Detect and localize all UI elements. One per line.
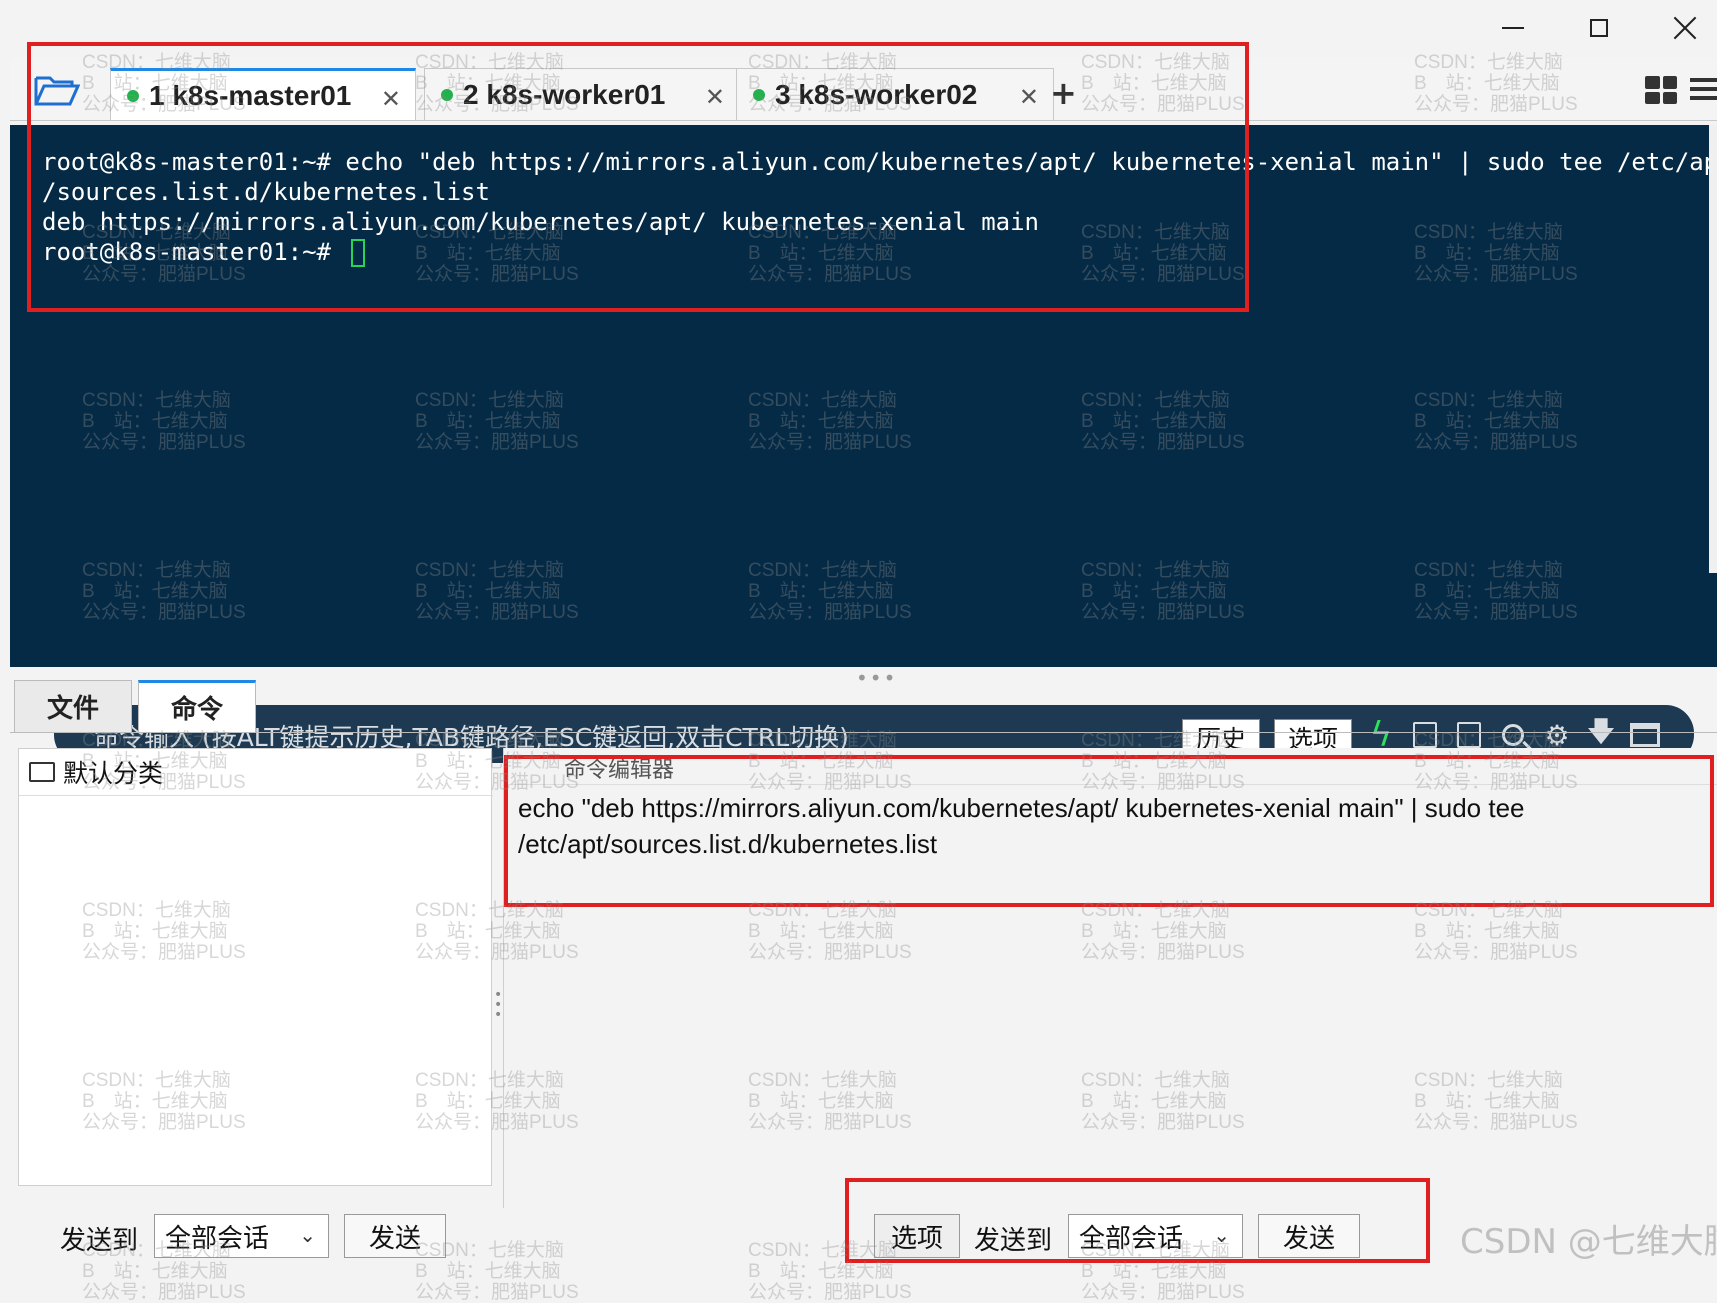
session-tab-bar: 1 k8s-master01 ✕ 2 k8s-worker01 ✕ 3 k8s-… bbox=[10, 58, 1717, 121]
maximize-button[interactable] bbox=[1576, 10, 1622, 46]
editor-send-target-select[interactable]: 全部会话 ⌄ bbox=[1068, 1214, 1243, 1258]
close-tab-icon[interactable]: ✕ bbox=[705, 83, 725, 111]
send-target-select[interactable]: 全部会话 ⌄ bbox=[154, 1214, 329, 1258]
terminal-cursor bbox=[351, 239, 366, 267]
send-button[interactable]: 发送 bbox=[344, 1214, 446, 1258]
open-folder-icon[interactable] bbox=[34, 72, 80, 108]
terminal-line: deb https://mirrors.aliyun.com/kubernete… bbox=[42, 208, 1039, 236]
splitter-handle[interactable]: • • • bbox=[494, 988, 502, 1022]
terminal-line: /sources.list.d/kubernetes.list bbox=[42, 178, 490, 206]
minimize-icon bbox=[1502, 27, 1524, 29]
command-category-panel: 默认分类 bbox=[18, 748, 493, 1186]
folder-icon bbox=[29, 762, 55, 782]
chevron-down-icon: ⌄ bbox=[1213, 1223, 1230, 1247]
menu-icon[interactable] bbox=[1690, 74, 1717, 104]
terminal-scrollbar[interactable] bbox=[1709, 125, 1717, 573]
add-tab-icon[interactable]: + bbox=[1050, 74, 1077, 112]
editor-send-button[interactable]: 发送 bbox=[1258, 1214, 1360, 1258]
editor-divider bbox=[504, 784, 1717, 785]
tab-label: 1 k8s-master01 bbox=[149, 79, 352, 111]
send-to-label: 发送到 bbox=[60, 1226, 139, 1256]
send-to-label: 发送到 bbox=[974, 1226, 1053, 1256]
minimize-button[interactable] bbox=[1490, 10, 1536, 46]
command-editor-panel: 命令编辑器 echo "deb https://mirrors.aliyun.c… bbox=[503, 748, 1717, 1208]
tab-label: 2 k8s-worker01 bbox=[463, 78, 666, 110]
tab-commands[interactable]: 命令 bbox=[138, 680, 256, 732]
tab-session-3[interactable]: 3 k8s-worker02 ✕ bbox=[736, 68, 1054, 120]
close-tab-icon[interactable]: ✕ bbox=[381, 85, 401, 113]
maximize-icon bbox=[1590, 19, 1608, 37]
tab-session-1[interactable]: 1 k8s-master01 ✕ bbox=[110, 68, 416, 120]
close-tab-icon[interactable]: ✕ bbox=[1019, 83, 1039, 111]
connected-status-icon bbox=[753, 88, 765, 101]
connected-status-icon bbox=[127, 89, 139, 102]
command-editor-textarea[interactable]: echo "deb https://mirrors.aliyun.com/kub… bbox=[518, 790, 1708, 862]
close-window-button[interactable] bbox=[1662, 10, 1708, 46]
connected-status-icon bbox=[441, 88, 453, 101]
chevron-down-icon: ⌄ bbox=[299, 1223, 316, 1247]
title-bar bbox=[0, 0, 1717, 58]
tab-files[interactable]: 文件 bbox=[14, 680, 132, 732]
editor-title: 命令编辑器 bbox=[564, 758, 675, 783]
tab-label: 3 k8s-worker02 bbox=[775, 78, 978, 110]
bottom-tab-bar: 文件 命令 bbox=[10, 678, 1717, 733]
terminal-output[interactable]: root@k8s-master01:~# echo "deb https://m… bbox=[10, 125, 1717, 763]
tab-session-2[interactable]: 2 k8s-worker01 ✕ bbox=[424, 68, 740, 120]
category-label: 默认分类 bbox=[63, 759, 164, 788]
editor-options-button[interactable]: 选项 bbox=[874, 1214, 960, 1258]
layout-grid-icon[interactable] bbox=[1645, 76, 1677, 104]
send-target-value: 全部会话 bbox=[165, 1223, 270, 1254]
terminal-line: root@k8s-master01:~# echo "deb https://m… bbox=[42, 148, 1717, 176]
terminal-lines: root@k8s-master01:~# echo "deb https://m… bbox=[42, 147, 1717, 267]
close-icon bbox=[1673, 16, 1697, 40]
send-target-value: 全部会话 bbox=[1079, 1223, 1184, 1254]
corner-watermark: CSDN @七维大脑 bbox=[1460, 1222, 1717, 1262]
category-item-default[interactable]: 默认分类 bbox=[19, 749, 493, 796]
terminal-prompt: root@k8s-master01:~# bbox=[42, 238, 346, 266]
